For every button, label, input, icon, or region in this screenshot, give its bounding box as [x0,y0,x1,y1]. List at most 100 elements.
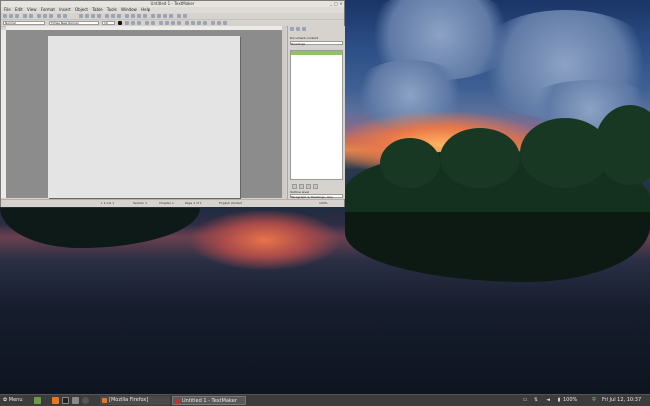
panel-move-down-icon[interactable] [299,184,304,189]
status-language: English (United [219,201,242,205]
document-content-panel: Document content Headings Outline level … [287,26,345,199]
style-combobox[interactable]: Normal [3,21,45,25]
redo-icon[interactable] [63,14,67,18]
align-right-icon[interactable] [171,21,175,25]
spellcheck-icon[interactable] [105,14,109,18]
panel-content-list[interactable] [290,50,343,180]
copy-icon[interactable] [43,14,47,18]
sidebar-icon[interactable] [125,14,129,18]
panel-move-up-icon[interactable] [292,184,297,189]
terminal-launcher-icon[interactable] [62,397,69,404]
panel-refresh-icon[interactable] [302,27,306,31]
panel-selected-item[interactable] [291,51,342,55]
textmaker-icon [175,399,180,404]
font-size-combobox[interactable]: 10 [102,21,115,25]
standard-toolbar [1,13,344,20]
wallpaper-tree-reflection [345,212,650,282]
firefox-launcher-icon[interactable] [52,397,59,404]
shading-icon[interactable] [217,21,221,25]
borders-icon[interactable] [211,21,215,25]
justify-icon[interactable] [177,21,181,25]
wallpaper-water-reflection [190,210,340,270]
bullets-icon[interactable] [185,21,189,25]
panel-outline-combobox[interactable]: Paragraph & Headings, only [290,194,343,199]
battery-icon[interactable]: ▮ [556,397,562,403]
edit-icon[interactable] [163,14,167,18]
align-left-icon[interactable] [159,21,163,25]
close-button[interactable]: × [339,2,343,6]
help-icon[interactable] [169,14,173,18]
task-textmaker-label: Untitled 1 - TextMaker [182,398,237,404]
settings-launcher-icon[interactable] [82,397,89,404]
shield-icon[interactable]: ⛨ [591,397,597,403]
highlight-icon[interactable] [137,14,141,18]
statusbar: L 1 Col 1 Section 1 Chapter 1 Page 1 of … [1,199,344,207]
wallpaper-dark-bank [0,208,200,248]
new-document-icon[interactable] [3,14,7,18]
vertical-scrollbar[interactable] [282,26,286,198]
show-desktop-icon[interactable] [34,397,41,404]
wallpaper-tree [440,128,520,188]
panel-demote-icon[interactable] [313,184,318,189]
status-page: Page 1 of 1 [185,201,202,205]
superscript-icon[interactable] [145,21,149,25]
object-icon[interactable] [151,14,155,18]
taskbar: ✿ Menu [Mozilla Firefox] Untitled 1 - Te… [0,394,650,406]
paste-icon[interactable] [49,14,53,18]
menu-button[interactable]: ✿ Menu [3,396,23,405]
color-icon[interactable] [177,14,181,18]
font-combobox[interactable]: Times New Roman [49,21,99,25]
text-color-icon[interactable] [118,21,122,25]
chart-icon[interactable] [97,14,101,18]
print-preview-icon[interactable] [29,14,33,18]
increase-indent-icon[interactable] [203,21,207,25]
document-page[interactable] [48,36,240,198]
textmaker-window[interactable]: Untitled 1 - TextMaker _ □ × File Edit V… [0,0,345,207]
minimize-button[interactable]: _ [329,2,333,6]
table-icon[interactable] [79,14,83,18]
align-center-icon[interactable] [165,21,169,25]
columns-icon[interactable] [223,21,227,25]
format-painter-icon[interactable] [131,14,135,18]
menu-icon: ✿ [3,397,8,403]
display-icon[interactable]: ▭ [522,397,528,403]
task-firefox-label: [Mozilla Firefox] [109,397,149,403]
task-firefox[interactable]: [Mozilla Firefox] [100,396,170,405]
underline-icon[interactable] [137,21,141,25]
task-textmaker[interactable]: Untitled 1 - TextMaker [172,396,246,405]
settings-icon[interactable] [183,14,187,18]
zoom-icon[interactable] [111,14,115,18]
status-chapter: Chapter 1 [159,201,174,205]
italic-icon[interactable] [131,21,135,25]
panel-filter-combobox[interactable]: Headings [290,41,343,46]
undo-icon[interactable] [57,14,61,18]
panel-title: Document content [290,36,318,40]
decrease-indent-icon[interactable] [197,21,201,25]
panel-promote-icon[interactable] [306,184,311,189]
picture-icon[interactable] [91,14,95,18]
status-zoom[interactable]: 100% [319,200,328,207]
print-icon[interactable] [23,14,27,18]
camera-icon[interactable] [157,14,161,18]
frame-icon[interactable] [85,14,89,18]
wallpaper-tree [380,138,440,188]
open-icon[interactable] [9,14,13,18]
volume-icon[interactable]: ◄ [545,397,551,403]
panel-back-icon[interactable] [290,27,294,31]
status-position: L 1 Col 1 [101,201,115,205]
dialog-icon[interactable] [143,14,147,18]
menu-button-label: Menu [8,397,23,403]
firefox-icon [102,398,107,403]
save-icon[interactable] [15,14,19,18]
subscript-icon[interactable] [151,21,155,25]
files-launcher-icon[interactable] [72,397,79,404]
document-area[interactable] [6,30,284,198]
network-icon[interactable]: ⇅ [533,397,539,403]
paragraph-marks-icon[interactable] [117,14,121,18]
bold-icon[interactable] [125,21,129,25]
numbering-icon[interactable] [191,21,195,25]
panel-forward-icon[interactable] [296,27,300,31]
clock[interactable]: Fri Jul 12, 10:37 [602,396,641,405]
maximize-button[interactable]: □ [334,2,338,6]
cut-icon[interactable] [37,14,41,18]
